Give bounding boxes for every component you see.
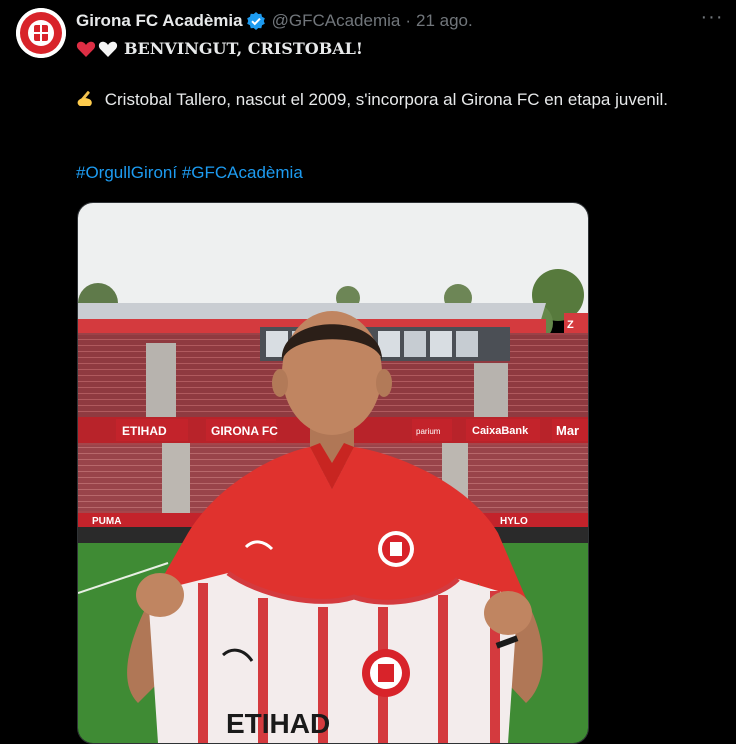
writing-hand-icon bbox=[76, 88, 100, 108]
sign-hylo: HYLO bbox=[500, 516, 528, 527]
more-options-icon[interactable]: ··· bbox=[700, 7, 724, 34]
tweet-headline-line: BENVINGUT, CRISTOBAL! bbox=[76, 37, 676, 61]
timestamp[interactable]: 21 ago. bbox=[416, 11, 473, 31]
right-hand bbox=[484, 591, 532, 635]
separator-dot: · bbox=[405, 11, 412, 30]
sky bbox=[78, 203, 588, 313]
tweet-headline: BENVINGUT, CRISTOBAL! bbox=[124, 39, 363, 58]
svg-text:Z: Z bbox=[567, 319, 574, 331]
sign-puma: PUMA bbox=[92, 516, 121, 527]
handle[interactable]: @GFCAcademia bbox=[272, 11, 401, 31]
avatar[interactable] bbox=[16, 8, 66, 58]
sign-mar: Mar bbox=[556, 423, 579, 438]
tweet-body-text: Cristobal Tallero, nascut el 2009, s'inc… bbox=[104, 90, 669, 109]
left-hand bbox=[136, 573, 184, 617]
tweet-body: Cristobal Tallero, nascut el 2009, s'inc… bbox=[76, 88, 676, 112]
hashtag-gfc-academia[interactable]: #GFCAcadèmia bbox=[182, 163, 303, 182]
jersey-sponsor: ETIHAD bbox=[226, 708, 330, 739]
tweet-photo[interactable]: Z ETIHAD GIRONA FC parium CaixaBank Mar … bbox=[77, 202, 589, 744]
tweet-header: Girona FC Acadèmia @GFCAcademia · 21 ago… bbox=[76, 10, 473, 32]
tweet[interactable]: Girona FC Acadèmia @GFCAcademia · 21 ago… bbox=[0, 0, 736, 744]
sign-caixabank: CaixaBank bbox=[472, 425, 529, 437]
sign-girona-fc: GIRONA FC bbox=[211, 424, 278, 438]
sign-parium: parium bbox=[416, 427, 441, 436]
white-heart-icon bbox=[98, 39, 118, 59]
hashtags: #OrgullGironí #GFCAcadèmia bbox=[76, 161, 676, 185]
hashtag-orgull-gironi[interactable]: #OrgullGironí bbox=[76, 163, 177, 182]
display-name[interactable]: Girona FC Acadèmia bbox=[76, 11, 243, 31]
verified-badge-icon[interactable] bbox=[246, 11, 266, 31]
sign-etihad: ETIHAD bbox=[122, 424, 167, 438]
red-heart-icon bbox=[76, 39, 96, 59]
